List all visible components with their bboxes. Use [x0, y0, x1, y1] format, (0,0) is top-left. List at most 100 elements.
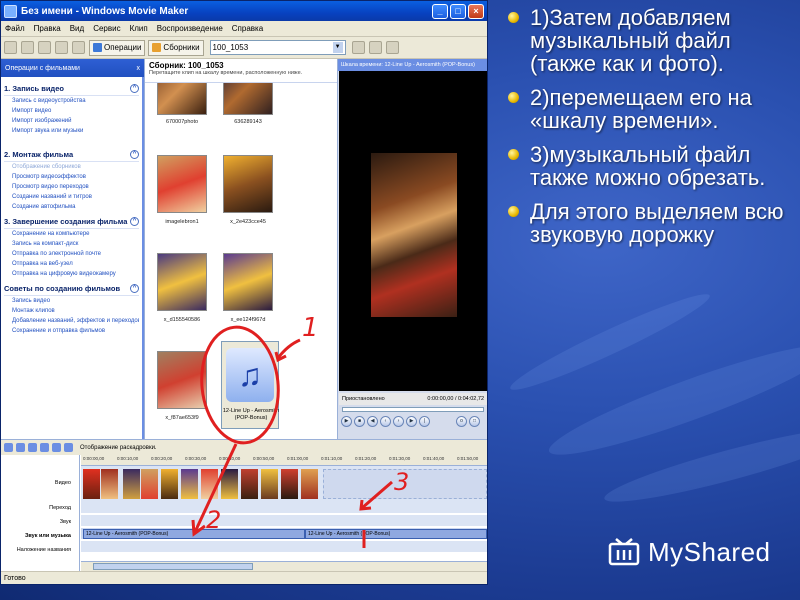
- chevron-up-icon[interactable]: ^: [130, 284, 139, 293]
- link-tip-titles[interactable]: Добавление названий, эффектов и переходо…: [4, 316, 139, 326]
- play-icon[interactable]: ▶: [341, 416, 352, 427]
- operations-button[interactable]: Операции: [89, 39, 146, 56]
- menu-file[interactable]: Файл: [5, 24, 25, 33]
- music-clip-segment[interactable]: 12-Line Up - Aerosmith (POP-Bonus): [83, 529, 305, 539]
- audio-track[interactable]: [81, 515, 487, 527]
- link-save-cd[interactable]: Запись на компакт-диск: [4, 239, 139, 249]
- link-video-transitions[interactable]: Просмотр видео переходов: [4, 182, 139, 192]
- link-video-effects[interactable]: Просмотр видеоэффектов: [4, 172, 139, 182]
- views-icon[interactable]: [385, 41, 399, 54]
- link-tip-edit[interactable]: Монтаж клипов: [4, 306, 139, 316]
- clip-thumbnail[interactable]: [223, 83, 273, 115]
- link-send-camera[interactable]: Отправка на цифровую видеокамеру: [4, 269, 139, 279]
- redo-icon[interactable]: [72, 41, 85, 54]
- video-clip[interactable]: [201, 469, 218, 499]
- up-folder-icon[interactable]: [351, 41, 365, 54]
- scrollbar-thumb[interactable]: [93, 563, 253, 570]
- chevron-up-icon[interactable]: ^: [130, 150, 139, 159]
- menu-edit[interactable]: Правка: [34, 24, 61, 33]
- link-send-email[interactable]: Отправка по электронной почте: [4, 249, 139, 259]
- rewind-icon[interactable]: ◀: [367, 416, 378, 427]
- chevron-down-icon[interactable]: ▼: [332, 42, 343, 53]
- section-capture-title[interactable]: 1. Запись видео ^: [4, 84, 139, 96]
- clip-thumbnail[interactable]: [157, 351, 207, 409]
- minimize-button[interactable]: _: [432, 3, 448, 19]
- video-clip[interactable]: [241, 469, 258, 499]
- timeline-scrollbar[interactable]: [81, 561, 487, 571]
- music-track[interactable]: 12-Line Up - Aerosmith (POP-Bonus) 12-Li…: [81, 528, 487, 540]
- video-clip[interactable]: [281, 469, 298, 499]
- fullscreen-icon[interactable]: □: [469, 416, 480, 427]
- chevron-up-icon[interactable]: ^: [130, 84, 139, 93]
- section-finish-title[interactable]: 3. Завершение создания фильма ^: [4, 217, 139, 229]
- ruler-tick: 0:00:40,00: [219, 456, 241, 461]
- link-tip-capture[interactable]: Запись видео: [4, 296, 139, 306]
- collections-button[interactable]: Сборники: [148, 39, 204, 56]
- section-edit-title[interactable]: 2. Монтаж фильма ^: [4, 150, 139, 162]
- link-import-pictures[interactable]: Импорт изображений: [4, 116, 139, 126]
- link-capture-device[interactable]: Запись с видеоустройства: [4, 96, 139, 106]
- link-import-audio[interactable]: Импорт звука или музыки: [4, 126, 139, 136]
- menu-help[interactable]: Справка: [232, 24, 263, 33]
- link-automovie[interactable]: Создание автофильма: [4, 202, 139, 212]
- section-tips-title[interactable]: Советы по созданию фильмов ^: [4, 284, 139, 296]
- storyboard-toggle-label[interactable]: Отображение раскадровки.: [80, 445, 157, 451]
- chevron-up-icon[interactable]: ^: [130, 217, 139, 226]
- video-clip[interactable]: [261, 469, 278, 499]
- snapshot-icon[interactable]: o: [456, 416, 467, 427]
- new-project-icon[interactable]: [4, 41, 17, 54]
- link-show-collections[interactable]: Отображение сборников: [4, 162, 139, 172]
- open-project-icon[interactable]: [21, 41, 34, 54]
- menu-play[interactable]: Воспроизведение: [157, 24, 223, 33]
- seek-bar[interactable]: [342, 407, 484, 412]
- collection-pane: Сборник: 100_1053 Перетащите клип на шка…: [144, 59, 337, 439]
- stop-icon[interactable]: ■: [354, 416, 365, 427]
- link-import-video[interactable]: Импорт видео: [4, 106, 139, 116]
- link-send-web[interactable]: Отправка на веб-узел: [4, 259, 139, 269]
- clip-thumbnail[interactable]: [223, 253, 273, 311]
- video-clip[interactable]: [123, 469, 140, 499]
- video-clip[interactable]: [301, 469, 318, 499]
- zoom-in-icon[interactable]: [16, 443, 25, 452]
- storyboard-toggle-icon[interactable]: [64, 443, 73, 452]
- link-titles[interactable]: Создание названий и титров: [4, 192, 139, 202]
- video-clip[interactable]: [83, 469, 100, 499]
- link-save-computer[interactable]: Сохранение на компьютере: [4, 229, 139, 239]
- rewind-timeline-icon[interactable]: [40, 443, 49, 452]
- video-track[interactable]: [81, 466, 487, 502]
- title-bar[interactable]: Без имени - Windows Movie Maker _ □ ×: [1, 1, 487, 21]
- close-button[interactable]: ×: [468, 3, 484, 19]
- clip-thumbnail[interactable]: [157, 83, 207, 115]
- clip-thumbnail[interactable]: [157, 253, 207, 311]
- video-clip[interactable]: [161, 469, 178, 499]
- menu-clip[interactable]: Клип: [130, 24, 148, 33]
- tasks-close-button[interactable]: x: [137, 65, 141, 72]
- timeline-settings-icon[interactable]: [4, 443, 13, 452]
- music-clip-segment[interactable]: 12-Line Up - Aerosmith (POP-Bonus): [305, 529, 487, 539]
- split-clip-icon[interactable]: |: [419, 416, 430, 427]
- fast-forward-icon[interactable]: ▶: [406, 416, 417, 427]
- save-project-icon[interactable]: [38, 41, 51, 54]
- menu-view[interactable]: Вид: [70, 24, 84, 33]
- new-folder-icon[interactable]: [368, 41, 382, 54]
- next-frame-icon[interactable]: ›: [393, 416, 404, 427]
- video-clip[interactable]: [221, 469, 238, 499]
- video-clip[interactable]: [101, 469, 118, 499]
- video-clip[interactable]: [181, 469, 198, 499]
- previous-frame-icon[interactable]: ‹: [380, 416, 391, 427]
- clip-thumbnail[interactable]: [223, 155, 273, 213]
- undo-icon[interactable]: [55, 41, 68, 54]
- clip-thumbnail[interactable]: [157, 155, 207, 213]
- maximize-button[interactable]: □: [450, 3, 466, 19]
- collection-dropdown[interactable]: 100_1053 ▼: [209, 40, 346, 55]
- video-clip[interactable]: [141, 469, 158, 499]
- music-clip-tile[interactable]: ♫ 12-Line Up - Aerosmith (POP-Bonus): [221, 341, 279, 429]
- zoom-out-icon[interactable]: [28, 443, 37, 452]
- transition-track[interactable]: [81, 502, 487, 514]
- title-overlay-track[interactable]: [81, 541, 487, 553]
- menu-tools[interactable]: Сервис: [93, 24, 120, 33]
- play-timeline-icon[interactable]: [52, 443, 61, 452]
- link-tip-save[interactable]: Сохранение и отправка фильмов: [4, 326, 139, 336]
- video-track-empty[interactable]: [323, 469, 487, 499]
- time-ruler[interactable]: 0:00:00,00 0:00:10,00 0:00:20,00 0:00:30…: [81, 455, 487, 466]
